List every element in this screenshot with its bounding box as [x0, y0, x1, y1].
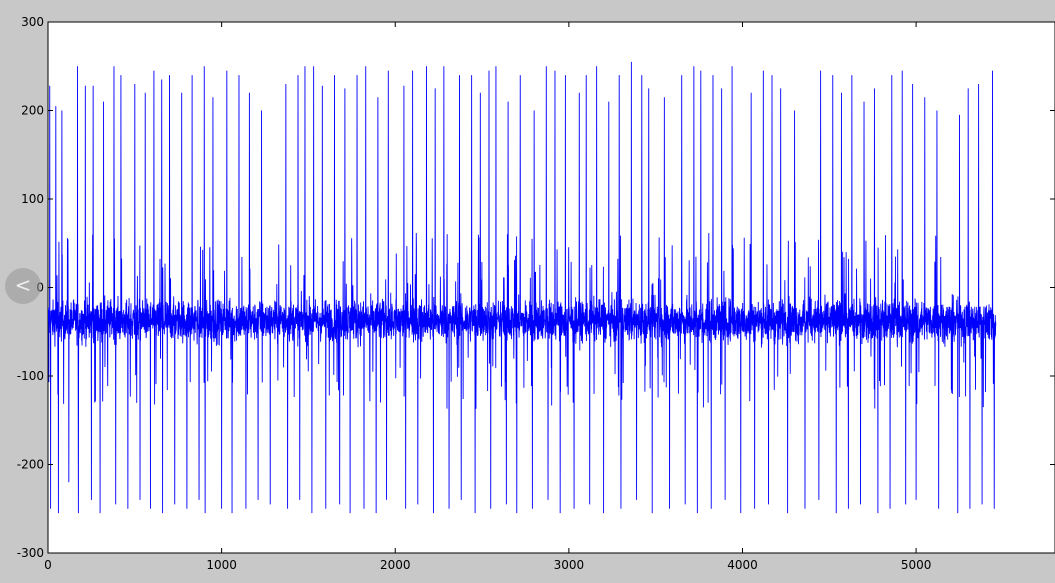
y-tick-label: 200	[21, 104, 44, 118]
y-tick-label: -200	[17, 458, 44, 472]
x-tick-label: 4000	[727, 558, 758, 572]
y-tick-label: -100	[17, 369, 44, 383]
x-tick-label: 3000	[554, 558, 585, 572]
y-tick-label: -300	[17, 546, 44, 560]
x-tick-label: 5000	[901, 558, 932, 572]
x-tick-label: 0	[44, 558, 52, 572]
y-tick-label: 100	[21, 192, 44, 206]
chart-figure: 3002001000-100-200-300010002000300040005…	[17, 15, 1055, 572]
y-tick-label: 300	[21, 15, 44, 29]
nav-back-button[interactable]: <	[5, 268, 41, 304]
chevron-left-icon: <	[14, 273, 32, 297]
x-tick-label: 1000	[206, 558, 237, 572]
x-tick-label: 2000	[380, 558, 411, 572]
